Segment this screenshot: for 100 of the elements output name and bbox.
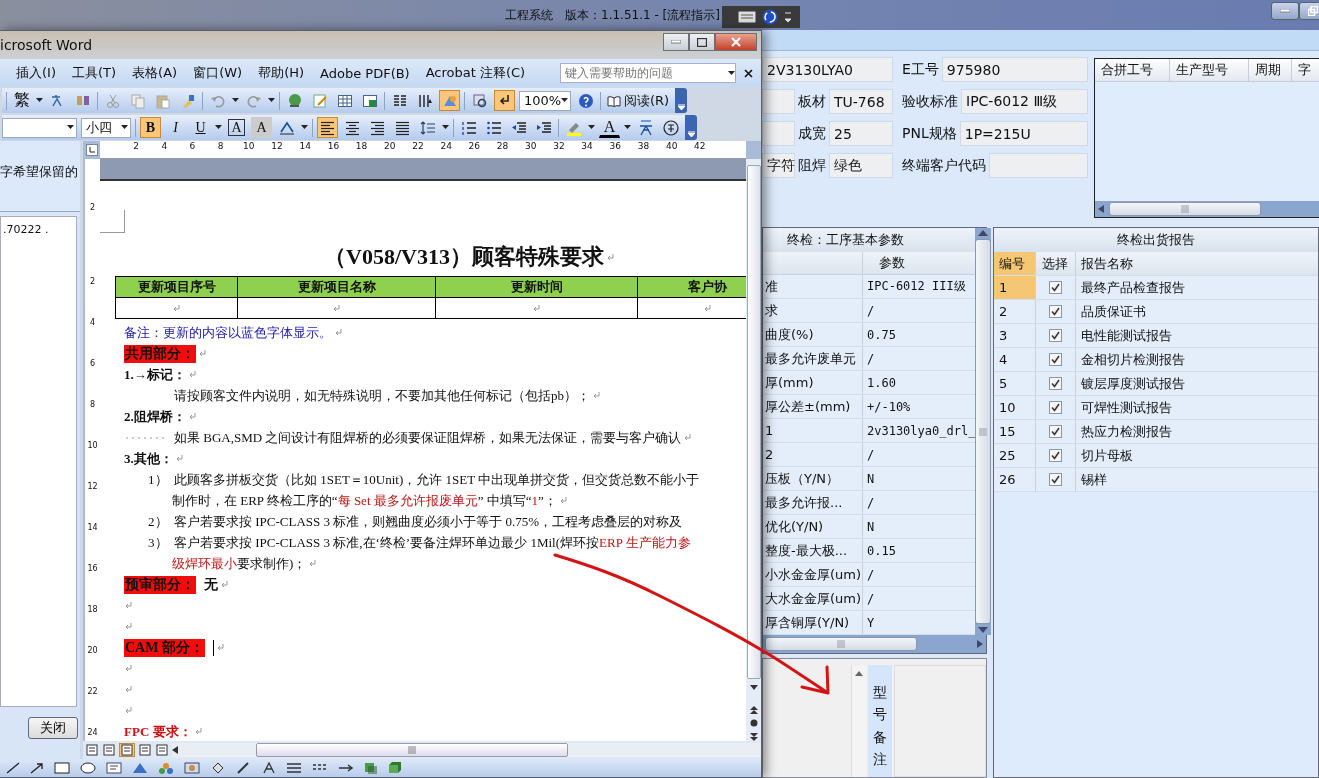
web-view-icon[interactable] bbox=[102, 744, 116, 756]
table-cell[interactable]: 15 bbox=[994, 420, 1036, 443]
menu-item[interactable]: 工具(T) bbox=[64, 61, 125, 85]
column-header[interactable]: 生产型号 bbox=[1170, 59, 1249, 81]
rectangle-icon[interactable] bbox=[54, 762, 70, 774]
checkbox[interactable] bbox=[1049, 305, 1062, 318]
column-header[interactable]: 字 bbox=[1292, 59, 1319, 81]
line-color-icon[interactable] bbox=[236, 762, 252, 774]
table-cell[interactable]: 10 bbox=[994, 396, 1036, 419]
checkbox[interactable] bbox=[1049, 377, 1062, 390]
arrow-icon[interactable] bbox=[30, 762, 44, 774]
text-field[interactable]: 1P=215U bbox=[959, 121, 1088, 146]
caret-icon[interactable] bbox=[301, 125, 308, 130]
text-field[interactable] bbox=[762, 89, 795, 114]
font-size-dropdown[interactable]: 小四 bbox=[81, 117, 131, 138]
caret-icon[interactable] bbox=[624, 125, 631, 130]
column-header[interactable]: 选择 bbox=[1036, 252, 1076, 275]
menu-item[interactable]: Adobe PDF(B) bbox=[312, 62, 418, 84]
vertical-ruler[interactable]: 2 2 4 6 8 10 12 14 16 18 20 22 24 bbox=[85, 159, 100, 741]
menu-item[interactable]: 插入(I) bbox=[8, 61, 64, 85]
close-pane-button[interactable]: 关闭 bbox=[28, 717, 78, 739]
horizontal-scrollbar[interactable] bbox=[172, 743, 761, 757]
minimize-button[interactable] bbox=[1271, 2, 1299, 20]
text-field[interactable]: 绿色 bbox=[829, 153, 893, 178]
zoom-dropdown[interactable]: 100% bbox=[519, 90, 571, 111]
table-cell[interactable]: 3 bbox=[994, 324, 1036, 347]
minimize-button[interactable] bbox=[663, 33, 689, 51]
clipboard-list[interactable]: .70222 . bbox=[0, 216, 77, 707]
caret-icon[interactable] bbox=[442, 125, 449, 130]
convert-button[interactable]: 繁 bbox=[11, 90, 32, 111]
align-button[interactable] bbox=[317, 117, 338, 138]
text-field[interactable]: 2V3130LYA0 bbox=[762, 57, 893, 82]
caret-icon[interactable] bbox=[232, 98, 239, 103]
maximize-button[interactable] bbox=[689, 33, 715, 51]
table-cell[interactable]: 26 bbox=[994, 468, 1036, 491]
caret-icon[interactable] bbox=[728, 70, 735, 76]
arrow-style-icon[interactable] bbox=[338, 762, 354, 774]
column-header[interactable]: 编号 bbox=[994, 252, 1036, 275]
tab-selector[interactable] bbox=[83, 141, 100, 159]
checkbox[interactable] bbox=[1049, 281, 1062, 294]
menu-item[interactable]: 帮助(H) bbox=[250, 61, 313, 85]
caret-icon[interactable] bbox=[588, 125, 595, 130]
previous-page-icon[interactable] bbox=[749, 705, 758, 714]
3d-icon[interactable] bbox=[388, 762, 402, 774]
toolbar-options-button[interactable] bbox=[675, 88, 688, 113]
font-color-button[interactable]: A bbox=[599, 117, 620, 138]
checkbox[interactable] bbox=[1049, 425, 1062, 438]
shadow-icon[interactable] bbox=[364, 762, 378, 774]
caret-icon[interactable] bbox=[215, 125, 222, 130]
caret-icon[interactable] bbox=[268, 98, 275, 103]
toolbar-toggle[interactable] bbox=[439, 90, 460, 111]
line-icon[interactable] bbox=[6, 762, 20, 774]
caret-icon[interactable] bbox=[67, 125, 74, 130]
checkbox[interactable] bbox=[1049, 401, 1062, 414]
close-icon[interactable] bbox=[744, 68, 753, 78]
style-button[interactable]: B bbox=[140, 117, 161, 138]
text-field[interactable]: IPC-6012 Ⅲ级 bbox=[961, 89, 1088, 114]
checkbox[interactable] bbox=[1049, 329, 1062, 342]
outline-view-icon[interactable] bbox=[138, 744, 152, 756]
vertical-scrollbar[interactable] bbox=[746, 159, 761, 741]
diagram-icon[interactable] bbox=[158, 762, 174, 774]
help-search-field[interactable]: 键入需要帮助的问题 bbox=[560, 63, 736, 83]
memo-field[interactable] bbox=[894, 665, 986, 777]
text-box-icon[interactable] bbox=[106, 762, 122, 774]
text-field[interactable]: TU-768 bbox=[829, 89, 893, 114]
read-button[interactable]: 阅读(R) bbox=[605, 90, 672, 111]
checkbox[interactable] bbox=[1049, 449, 1062, 462]
checkbox[interactable] bbox=[1049, 473, 1062, 486]
horizontal-scrollbar[interactable] bbox=[763, 635, 986, 653]
options-icon[interactable] bbox=[784, 11, 792, 23]
line-style-icon[interactable] bbox=[286, 762, 302, 774]
reading-view-icon[interactable] bbox=[155, 744, 169, 756]
restore-button[interactable] bbox=[1299, 2, 1319, 20]
horizontal-scrollbar[interactable] bbox=[1095, 201, 1319, 217]
normal-view-icon[interactable] bbox=[85, 744, 99, 756]
toolbar-toggle[interactable] bbox=[494, 90, 515, 111]
column-header[interactable]: 周期 bbox=[1249, 59, 1292, 81]
column-header[interactable]: 报告名称 bbox=[1076, 252, 1318, 275]
clip-art-icon[interactable] bbox=[184, 762, 200, 774]
table-cell[interactable]: 2 bbox=[994, 300, 1036, 323]
help-icon[interactable] bbox=[762, 9, 778, 25]
style-button[interactable]: I bbox=[165, 117, 186, 138]
toolbar-options-button[interactable] bbox=[685, 115, 697, 140]
font-color-icon[interactable] bbox=[262, 762, 276, 774]
horizontal-ruler[interactable]: 2 4 6 8 10 12 14 16 18 20 22 24 26 28 30 32 34 36 38 40 42 bbox=[100, 141, 746, 159]
enclose-character-button[interactable] bbox=[660, 117, 681, 138]
text-field[interactable]: 975980 bbox=[941, 57, 1088, 82]
checkbox[interactable] bbox=[1049, 353, 1062, 366]
table-cell[interactable]: 5 bbox=[994, 372, 1036, 395]
character-shading-button[interactable]: A bbox=[251, 117, 272, 138]
table-cell[interactable]: 25 bbox=[994, 444, 1036, 467]
menu-item[interactable]: 窗口(W) bbox=[185, 61, 251, 85]
column-header[interactable]: 合拼工号 bbox=[1095, 59, 1170, 81]
keyboard-icon[interactable] bbox=[738, 11, 756, 23]
vertical-scrollbar[interactable] bbox=[975, 228, 992, 635]
menu-item[interactable]: Acrobat 注释(C) bbox=[417, 61, 534, 85]
text-field[interactable]: 字符 bbox=[762, 153, 795, 178]
character-border-button[interactable]: A bbox=[226, 117, 247, 138]
text-field[interactable] bbox=[989, 153, 1088, 178]
text-field[interactable] bbox=[762, 121, 795, 146]
